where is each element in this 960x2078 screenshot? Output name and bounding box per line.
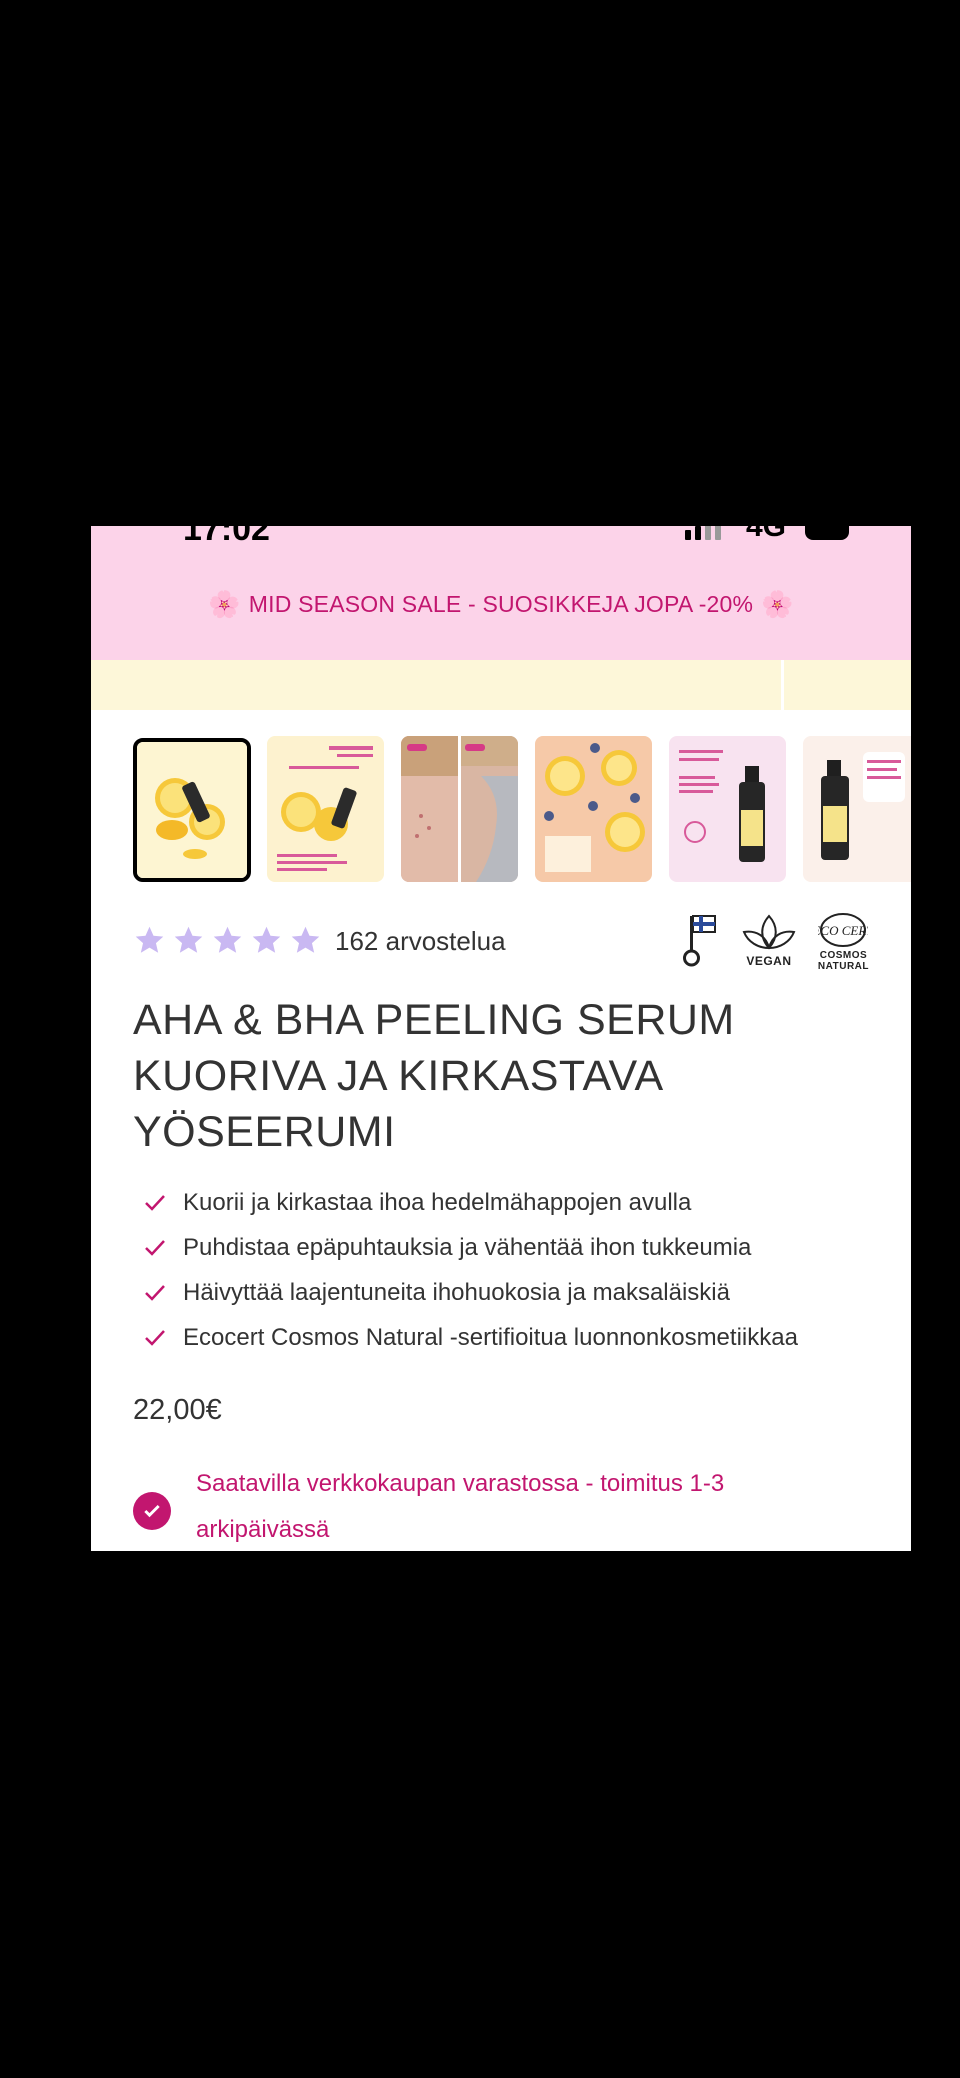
gallery-thumbnail[interactable] bbox=[669, 736, 786, 882]
natural-label: NATURAL bbox=[817, 961, 869, 972]
in-stock-check-icon bbox=[133, 1492, 171, 1530]
product-title-line: AHA & BHA PEELING SERUM bbox=[133, 996, 735, 1044]
bottle-certified-image bbox=[669, 736, 786, 882]
star-icon bbox=[252, 926, 281, 953]
feature-text: Kuorii ja kirkastaa ihoa hedelmähappojen… bbox=[183, 1188, 692, 1216]
availability-text: arkipäivässä bbox=[196, 1516, 330, 1543]
ecocert-cosmos-badge: ECO CERT COSMOS NATURAL bbox=[818, 912, 869, 972]
signal-icon bbox=[685, 526, 721, 540]
key-flag-badge bbox=[680, 912, 720, 968]
check-icon bbox=[145, 1284, 165, 1301]
sale-banner-text: MID SEASON SALE - SUOSIKKEJA JOPA -20% bbox=[248, 590, 754, 617]
status-bar: 17:02 4G bbox=[91, 526, 911, 548]
gallery-thumbnail[interactable] bbox=[401, 736, 518, 882]
vegan-badge: VEGAN bbox=[742, 912, 796, 968]
sale-banner[interactable]: 🌸 MID SEASON SALE - SUOSIKKEJA JOPA -20%… bbox=[91, 548, 911, 660]
check-icon bbox=[145, 1239, 165, 1256]
before-after-image bbox=[401, 736, 518, 882]
availability-text: Saatavilla verkkokaupan varastossa - toi… bbox=[196, 1470, 725, 1497]
certification-badges: VEGAN ECO CERT COSMOS NATURAL bbox=[680, 912, 869, 972]
check-icon bbox=[145, 1329, 165, 1346]
product-gallery-thumbnails bbox=[133, 710, 911, 910]
feature-text: Ecocert Cosmos Natural -sertifioitua luo… bbox=[183, 1323, 798, 1351]
feature-text: Puhdistaa epäpuhtauksia ja vähentää ihon… bbox=[183, 1233, 752, 1261]
ecocert-text: ECO CERT bbox=[818, 923, 868, 938]
feature-list: Kuorii ja kirkastaa ihoa hedelmähappojen… bbox=[143, 1180, 798, 1360]
lemons-berries-image bbox=[535, 736, 652, 882]
product-title-line: KUORIVA JA KIRKASTAVA bbox=[133, 1052, 664, 1100]
cosmos-label: COSMOS bbox=[819, 950, 868, 961]
gallery-thumbnail[interactable] bbox=[803, 736, 911, 882]
feature-item: Kuorii ja kirkastaa ihoa hedelmähappojen… bbox=[143, 1180, 798, 1225]
star-icon bbox=[174, 926, 203, 953]
network-label: 4G bbox=[745, 526, 786, 543]
product-title-line: YÖSEERUMI bbox=[133, 1108, 396, 1156]
ecocert-icon: ECO CERT bbox=[818, 913, 868, 947]
flower-icon: 🌸 bbox=[761, 588, 794, 619]
star-icon bbox=[291, 926, 320, 953]
feature-item: Ecocert Cosmos Natural -sertifioitua luo… bbox=[143, 1315, 798, 1360]
feature-item: Puhdistaa epäpuhtauksia ja vähentää ihon… bbox=[143, 1225, 798, 1270]
lemon-bottle-image bbox=[137, 742, 247, 878]
feature-text: Häivyttää laajentuneita ihohuokosia ja m… bbox=[183, 1278, 730, 1306]
gallery-thumbnail[interactable] bbox=[133, 738, 251, 882]
vegan-leaves-icon bbox=[742, 914, 796, 950]
rating-row: 162 arvostelua VEGAN CO CER COSMOS NATUR… bbox=[133, 912, 869, 982]
rating-stars[interactable] bbox=[133, 924, 322, 957]
star-icon bbox=[213, 926, 242, 953]
check-icon bbox=[145, 1194, 165, 1211]
battery-icon bbox=[805, 526, 849, 540]
key-flag-icon bbox=[682, 915, 716, 967]
lemon-bottle-annotated-image bbox=[267, 736, 384, 882]
bottle-info-image bbox=[803, 736, 911, 882]
divider bbox=[781, 660, 784, 710]
announcement-bar bbox=[91, 660, 911, 710]
phone-screen: 17:02 4G 🌸 MID SEASON SALE - SUOSIKKEJA … bbox=[91, 526, 911, 1551]
review-count-link[interactable]: 162 arvostelua bbox=[335, 926, 506, 957]
star-icon bbox=[135, 926, 164, 953]
product-title: AHA & BHA PEELING SERUM KUORIVA JA KIRKA… bbox=[133, 992, 873, 1160]
vegan-label: VEGAN bbox=[746, 954, 792, 968]
feature-item: Häivyttää laajentuneita ihohuokosia ja m… bbox=[143, 1270, 798, 1315]
flower-icon: 🌸 bbox=[208, 588, 241, 619]
status-time: 17:02 bbox=[183, 526, 270, 548]
product-price: 22,00€ bbox=[133, 1394, 222, 1426]
gallery-thumbnail[interactable] bbox=[267, 736, 384, 882]
gallery-thumbnail[interactable] bbox=[535, 736, 652, 882]
